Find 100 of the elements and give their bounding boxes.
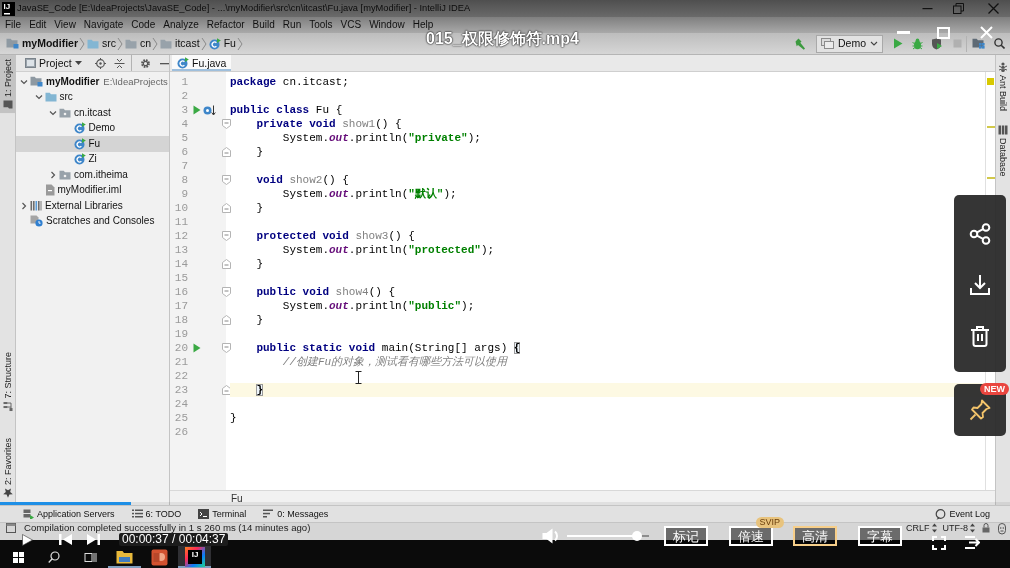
fold-marker-icon[interactable] (221, 119, 231, 129)
menu-item[interactable]: View (50, 19, 80, 31)
tool-window-tab[interactable]: 1: Project (0, 55, 16, 114)
tool-window-button[interactable]: Event Log (935, 508, 990, 520)
circle-arrow-icon[interactable] (203, 104, 216, 116)
arrow-right-icon[interactable] (964, 536, 980, 549)
encoding-selector[interactable]: UTF-8 (942, 523, 976, 533)
search-icon[interactable] (994, 38, 1005, 49)
fold-marker-icon[interactable] (221, 203, 231, 213)
run-configuration-dropdown[interactable]: Demo (816, 34, 883, 53)
menu-item[interactable]: Edit (25, 19, 51, 31)
tree-item[interactable]: Fu (16, 136, 169, 152)
text-cursor-icon (355, 371, 362, 384)
taskbar-app-button[interactable]: IJ (178, 546, 211, 568)
tool-window-button[interactable]: Application Servers (23, 508, 115, 520)
player-option-button[interactable]: 字幕 (857, 526, 902, 546)
chevron-right-icon[interactable] (49, 170, 57, 179)
breadcrumb-item[interactable]: myModifier (6, 37, 78, 50)
fold-marker-icon[interactable] (221, 287, 231, 297)
fold-marker-icon[interactable] (221, 343, 231, 353)
menu-item[interactable]: File (1, 19, 26, 31)
breadcrumb-item[interactable]: Fu (208, 37, 236, 50)
windows-icon[interactable] (12, 551, 24, 563)
crosshair-icon[interactable] (94, 57, 106, 69)
chevron-right-icon[interactable] (20, 201, 28, 210)
fold-marker-icon[interactable] (221, 147, 231, 157)
line-separator-selector[interactable]: CRLF (906, 523, 938, 533)
fullscreen-icon[interactable] (932, 536, 946, 550)
share-icon[interactable] (969, 223, 991, 245)
player-option-button[interactable]: 高清 (793, 526, 837, 546)
breadcrumb-item[interactable]: Fu (231, 492, 243, 504)
menu-item[interactable]: Run (278, 19, 306, 31)
menu-item[interactable]: Build (248, 19, 279, 31)
menu-item[interactable]: Help (408, 19, 438, 31)
player-option-button[interactable]: 倍速 (728, 526, 773, 546)
task-view-icon[interactable] (83, 551, 97, 563)
previous-icon[interactable] (59, 534, 72, 545)
fold-marker-icon[interactable] (221, 175, 231, 185)
breadcrumb-item[interactable]: itcast (160, 37, 200, 50)
menu-item[interactable]: Analyze (159, 19, 203, 31)
line-number: 14 (173, 257, 188, 271)
tool-window-button[interactable]: Terminal (198, 508, 247, 520)
tree-item[interactable]: Demo (16, 120, 169, 136)
run-icon[interactable] (193, 105, 201, 115)
pin-button[interactable] (954, 384, 1006, 436)
tool-window-tab[interactable]: 2: Favorites (0, 433, 16, 502)
close-icon[interactable] (988, 3, 999, 14)
fold-marker-icon[interactable] (221, 259, 231, 269)
tree-item[interactable]: src (16, 89, 169, 105)
folder-icon (30, 76, 43, 88)
tree-item[interactable]: External Libraries (16, 198, 169, 214)
collapse-icon[interactable] (113, 57, 125, 69)
editor-tab[interactable]: Fu.java (172, 55, 232, 71)
volume-thumb[interactable] (631, 531, 642, 541)
tool-window-tab[interactable]: Ant Build (997, 59, 1009, 115)
window-icon[interactable] (6, 523, 16, 533)
tree-item[interactable]: myModifier.iml (16, 182, 169, 198)
chevron-down-icon[interactable] (34, 93, 43, 102)
download-icon[interactable] (969, 274, 991, 296)
restore-icon[interactable] (953, 3, 964, 14)
settings-icon[interactable] (139, 57, 151, 69)
menu-item[interactable]: Tools (305, 19, 337, 31)
fold-marker-icon[interactable] (221, 385, 231, 395)
tree-item[interactable]: Zi (16, 151, 169, 167)
tree-item[interactable]: myModifier E:\IdeaProjects (16, 74, 169, 90)
menu-item[interactable]: Navigate (79, 19, 128, 31)
play-icon[interactable] (22, 534, 33, 546)
lock-icon[interactable] (982, 523, 990, 533)
fold-marker-icon[interactable] (221, 231, 231, 241)
app-icon (151, 548, 168, 566)
tree-item[interactable]: com.itheima (16, 167, 169, 183)
window-title: JavaSE_Code [E:\IdeaProjects\JavaSE_Code] - ...\myModifier\src\cn\itcast\Fu.java [myModifier] - IntelliJ IDEA (17, 2, 471, 15)
next-icon[interactable] (87, 534, 100, 545)
chevron-down-icon[interactable] (49, 108, 57, 117)
tool-window-tab[interactable]: 7: Structure (0, 348, 16, 416)
hammer-icon[interactable] (794, 37, 806, 50)
tree-item[interactable]: cn.itcast (16, 105, 169, 121)
volume-icon[interactable] (542, 528, 561, 544)
code-line: } (256, 257, 263, 271)
menu-item[interactable]: Window (365, 19, 409, 31)
tree-item[interactable]: Scratches and Consoles (16, 213, 169, 229)
shield-play-icon[interactable] (931, 37, 943, 50)
breadcrumb-item[interactable]: src (87, 37, 116, 50)
chevron-down-icon[interactable] (20, 77, 28, 86)
delete-icon[interactable] (969, 325, 991, 347)
search-icon[interactable] (48, 551, 60, 563)
code-line: protected void show3() { (256, 229, 415, 243)
tool-window-button[interactable]: 0: Messages (263, 508, 329, 520)
menu-item[interactable]: Refactor (202, 19, 249, 31)
fold-marker-icon[interactable] (221, 315, 231, 325)
tool-window-button[interactable]: 6: TODO (131, 508, 182, 520)
breadcrumb-item[interactable]: cn (125, 37, 152, 50)
player-option-button[interactable]: 标记 (664, 526, 708, 546)
menu-item[interactable]: Code (127, 19, 160, 31)
run-icon[interactable] (193, 343, 201, 353)
project-view-dropdown[interactable]: Project (25, 56, 82, 70)
folder-grid-icon[interactable] (972, 38, 985, 49)
tool-window-tab[interactable]: Database (997, 122, 1009, 180)
menu-item[interactable]: VCS (336, 19, 366, 31)
face-icon[interactable] (997, 523, 1007, 535)
